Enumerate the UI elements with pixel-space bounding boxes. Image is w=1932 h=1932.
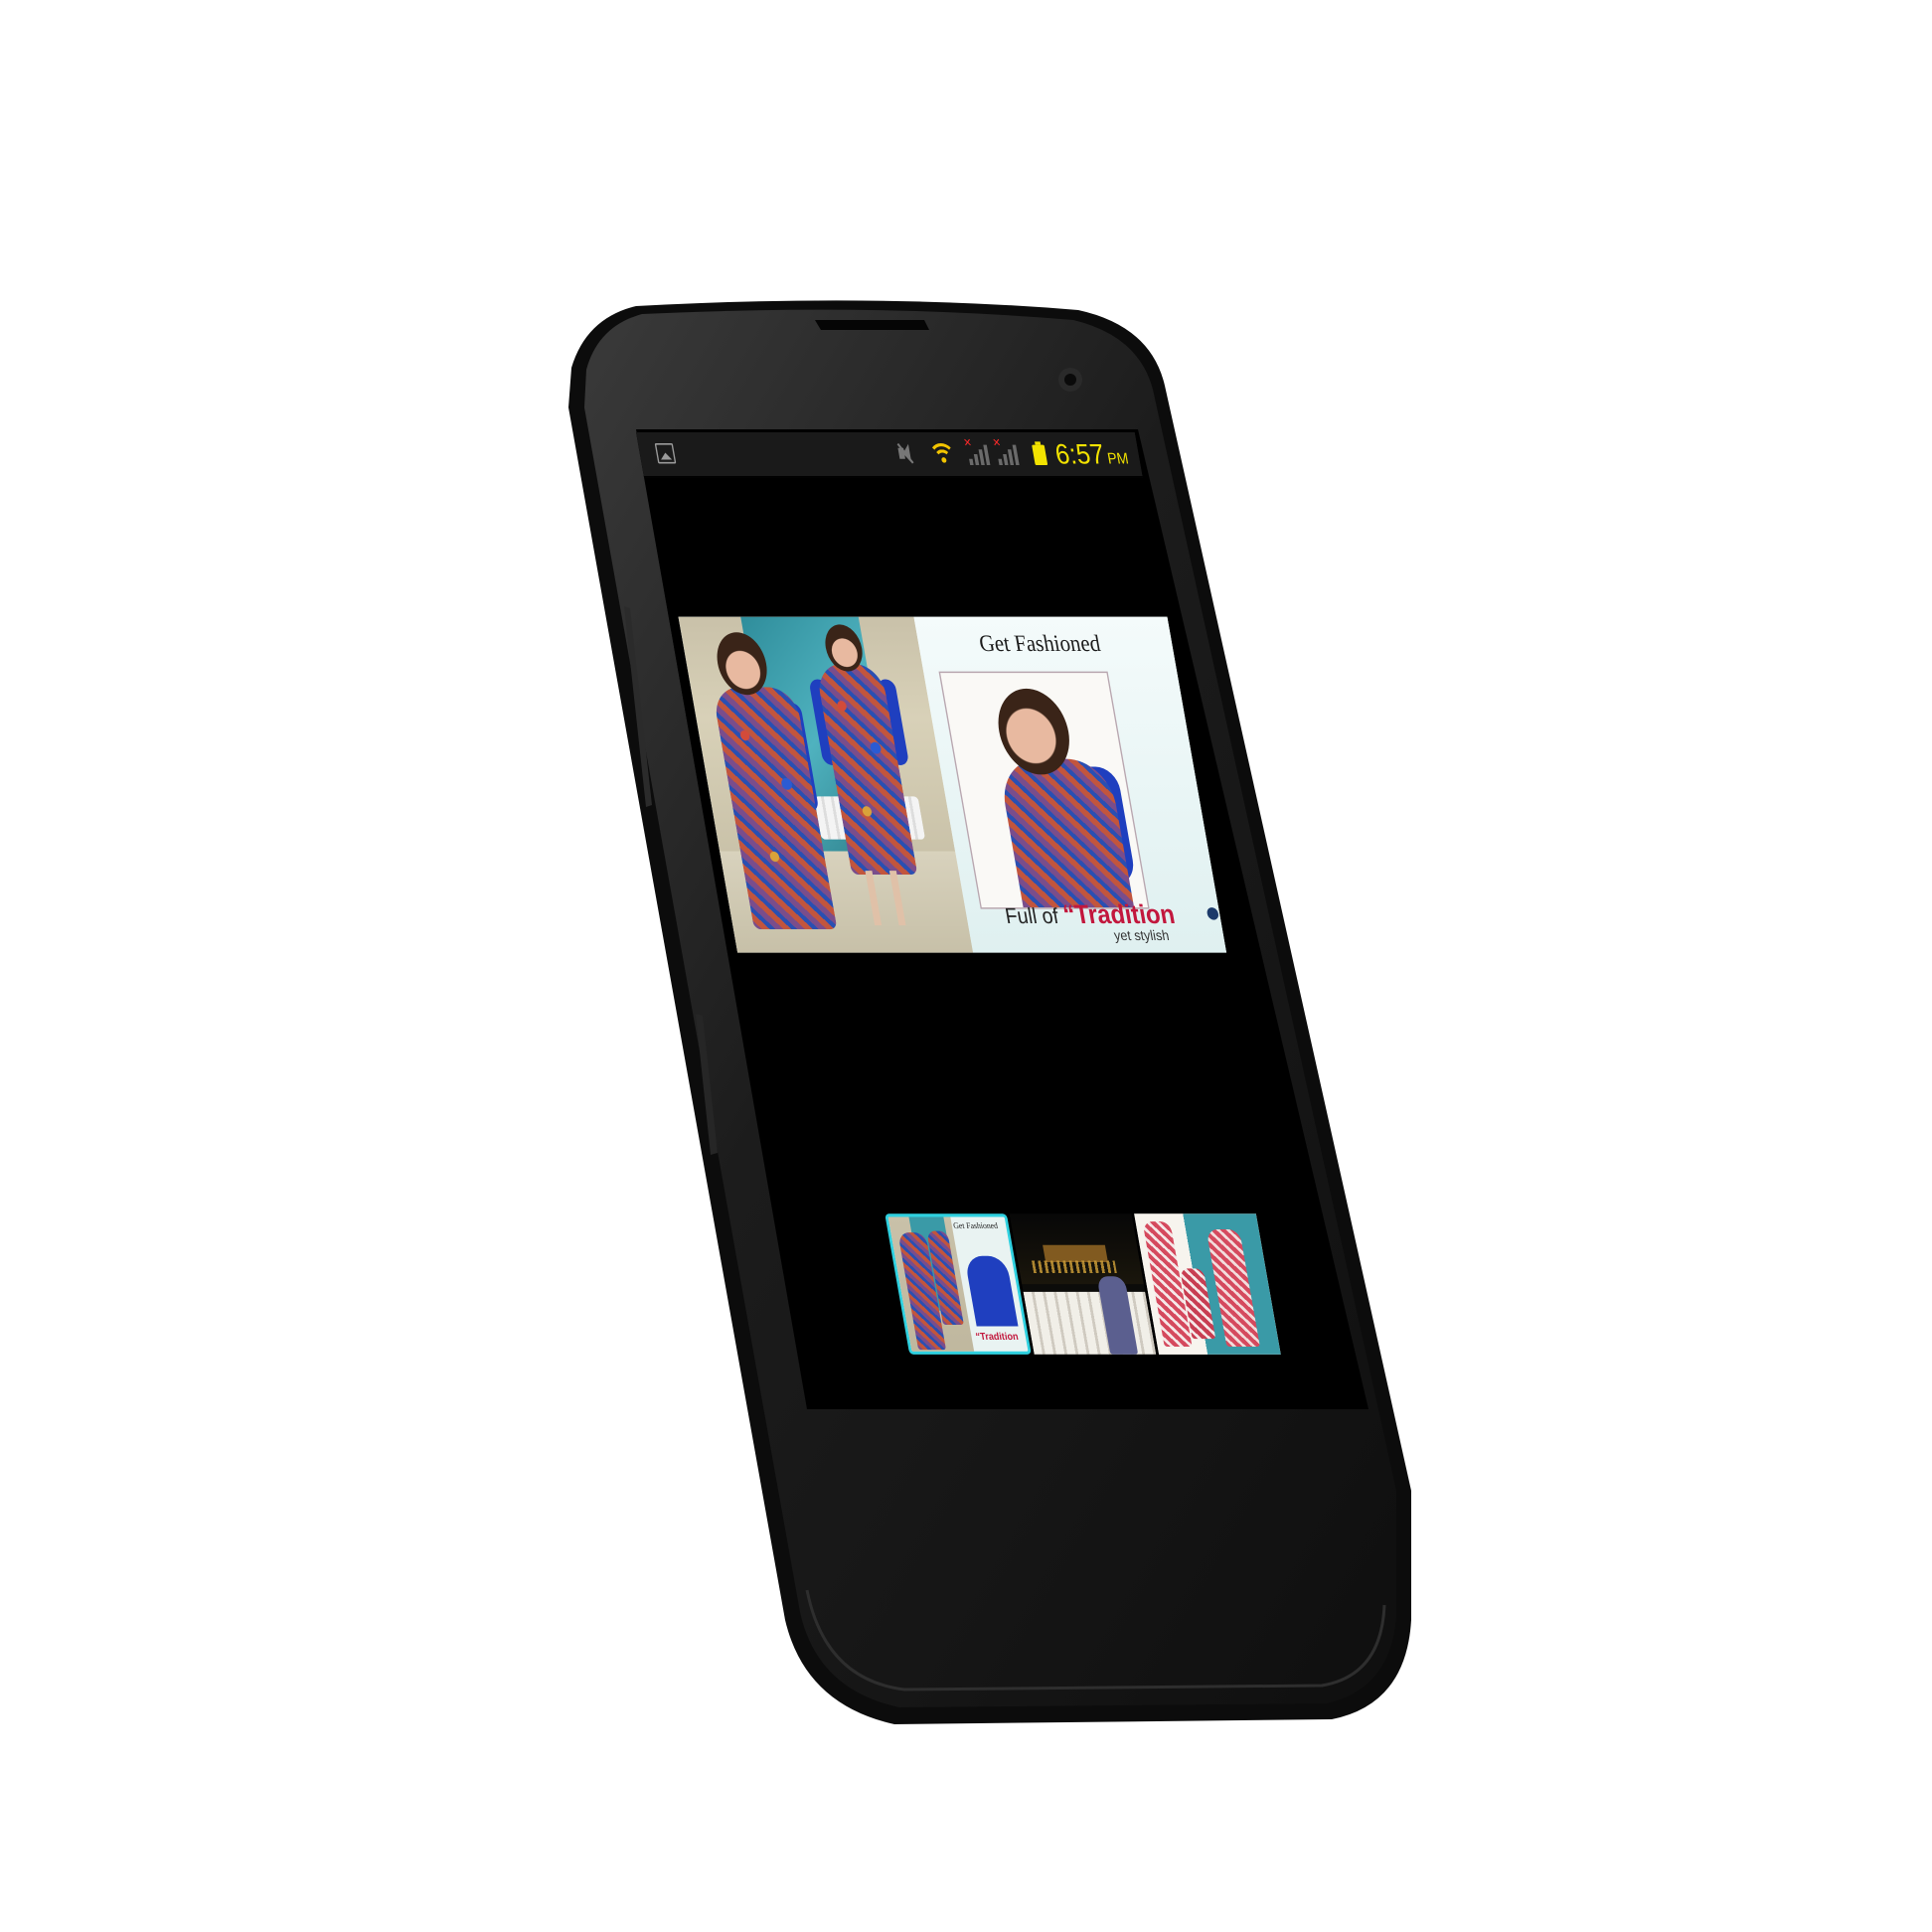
thumbnail-strip: Get Fashioned “Tradition (885, 1213, 1283, 1355)
battery-icon (1032, 441, 1048, 466)
status-bar: ✕ ✕ 6:57PM (636, 432, 1143, 478)
clock-ampm: PM (1106, 450, 1130, 468)
page: ✕ ✕ 6:57PM Get Fashioned Full of “Tradit… (0, 0, 1932, 1932)
poster-tagline: Full of “Tradition (1003, 899, 1178, 930)
signal-icon: ✕ (962, 437, 992, 466)
tagline-prefix: Full of (1003, 903, 1060, 928)
signal-icon: ✕ (992, 437, 1022, 466)
tagline-strong: “Tradition (1060, 899, 1178, 930)
gallery-icon[interactable] (654, 443, 677, 464)
earpiece-speaker (815, 320, 929, 330)
poster-title: Get Fashioned (977, 630, 1103, 657)
thumbnail[interactable] (1134, 1213, 1281, 1355)
status-clock: 6:57PM (1052, 437, 1131, 476)
thumbnail-tagline: “Tradition (974, 1330, 1020, 1343)
poster-subtagline: yet stylish (1112, 927, 1171, 944)
clock-time: 6:57 (1052, 437, 1107, 470)
wifi-icon (927, 441, 960, 473)
mute-icon (894, 441, 916, 465)
thumbnail[interactable] (1009, 1213, 1157, 1355)
thumbnail-title: Get Fashioned (952, 1221, 999, 1231)
main-image[interactable]: Get Fashioned Full of “Tradition yet sty… (678, 616, 1227, 953)
thumbnail-selected[interactable]: Get Fashioned “Tradition (885, 1213, 1032, 1355)
